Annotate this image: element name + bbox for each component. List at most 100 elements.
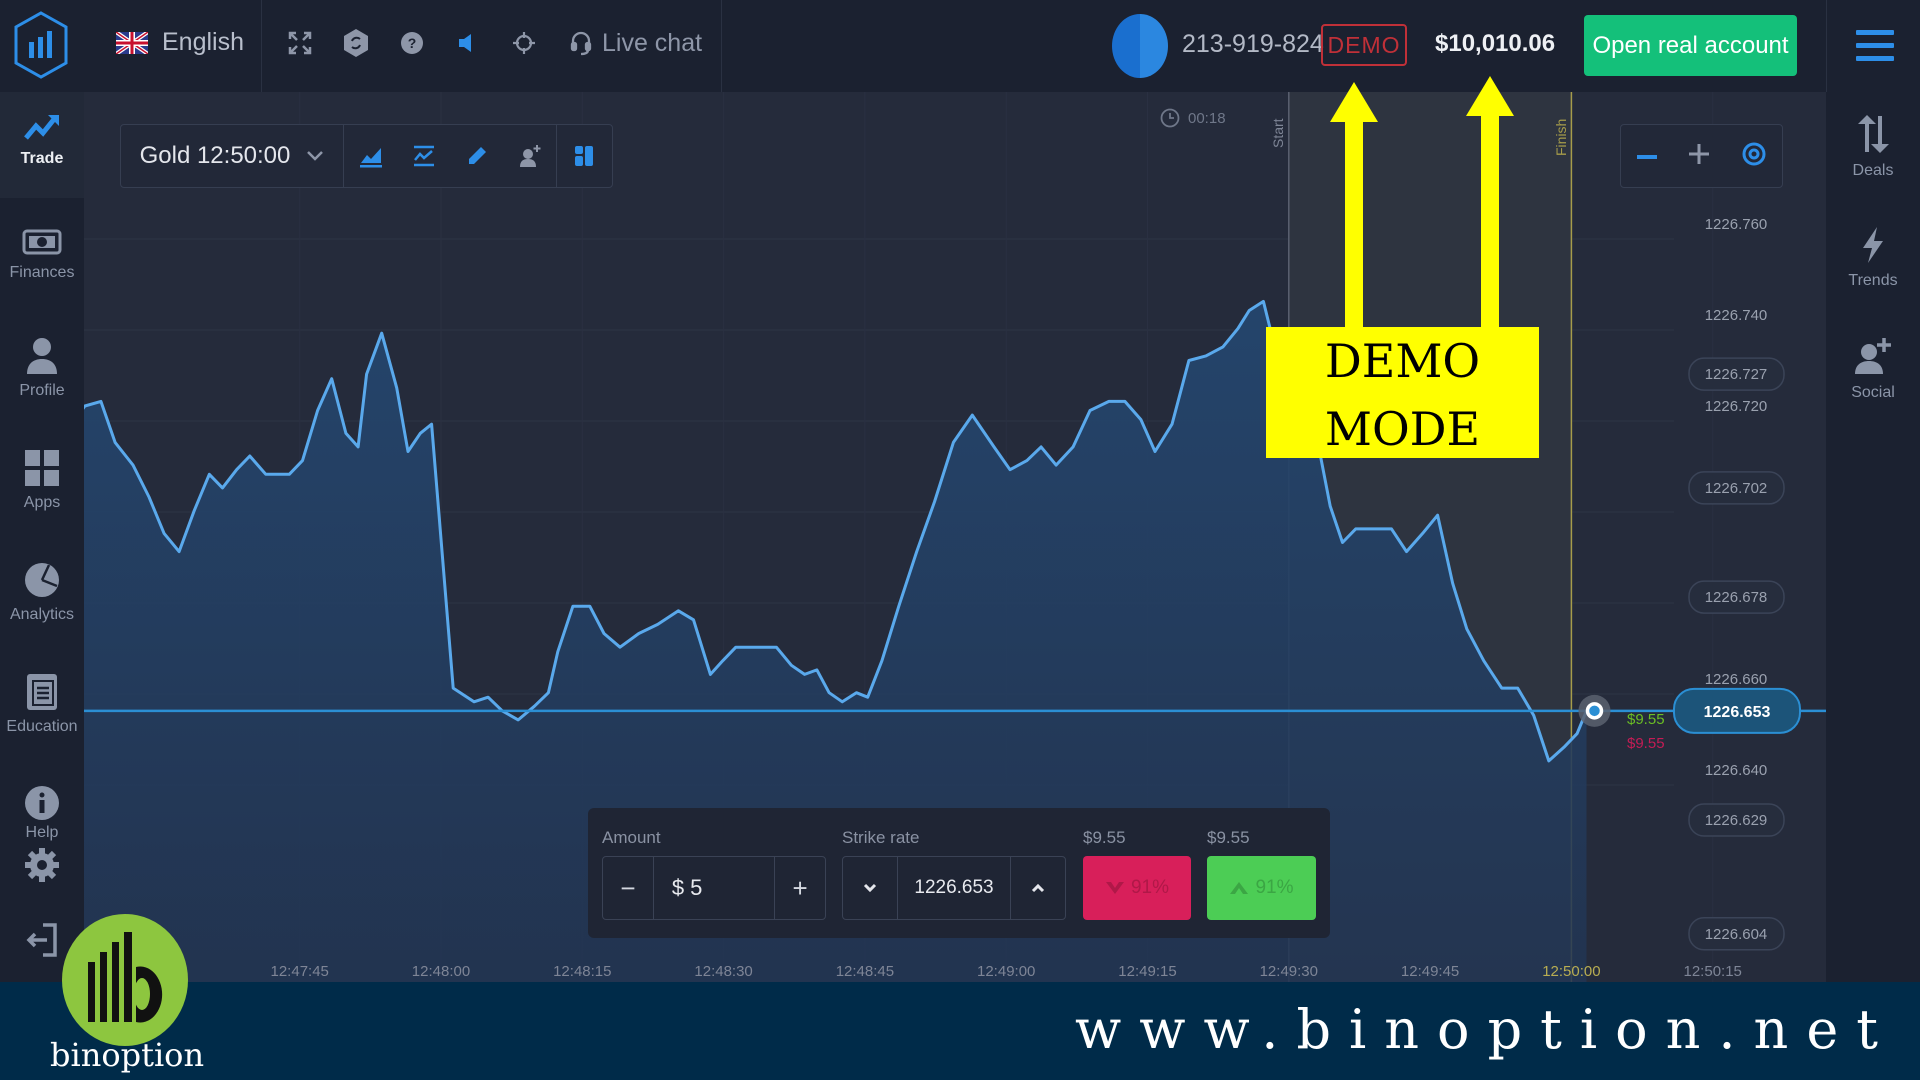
language-selector[interactable]: English [116,28,244,57]
sidebar-item-label: Apps [23,494,61,511]
live-chat-button[interactable]: Live chat [570,29,702,58]
gear-icon [25,848,59,882]
app-logo-icon[interactable] [12,10,70,80]
zoom-out-button[interactable] [1636,147,1657,165]
sidebar-item-apps[interactable]: Apps [0,448,84,512]
demo-mode-annotation: DEMO MODE [1266,327,1539,458]
x-tick-label: 12:48:30 [694,963,752,980]
call-button[interactable]: 91% [1207,856,1316,920]
sidebar-item-label: Profile [19,382,65,399]
price-marker-label: 1226.702 [1705,480,1768,497]
x-tick-label: 12:49:00 [977,963,1035,980]
analytics-icon [25,563,59,597]
social-icon [1855,338,1891,374]
put-payout: $9.55 [1083,828,1126,847]
strike-increase-button[interactable] [1011,857,1065,919]
live-chat-label: Live chat [602,28,703,57]
drawing-tool-button[interactable] [450,125,503,187]
zoom-in-button[interactable] [1688,143,1710,170]
y-tick-label: 1226.720 [1705,398,1768,415]
center-chart-button[interactable] [1742,142,1766,171]
sidebar-item-help[interactable]: Help [0,784,84,842]
call-percent: 91% [1255,877,1294,898]
demo-badge[interactable]: DEMO [1321,24,1407,66]
fullscreen-icon[interactable] [286,28,314,58]
exchange-icon[interactable] [342,28,370,58]
price-marker-label: 1226.678 [1705,589,1768,606]
price-marker-label: 1226.629 [1705,812,1768,829]
x-tick-label: 12:48:00 [412,963,470,980]
strike-decrease-button[interactable] [843,857,897,919]
annotation-line: MODE [1324,402,1481,456]
avatar[interactable] [1112,14,1168,78]
strike-rate-input[interactable]: 1226.653 [897,857,1011,919]
chart-type-button[interactable] [344,125,397,187]
account-id[interactable]: 213-919-824 [1182,30,1324,59]
layout-button[interactable] [556,125,611,187]
deals-icon [1858,115,1889,153]
target-icon[interactable] [510,28,538,58]
trade-panel: Amount − $ 5 + Strike rate 1226.653 $9.5… [588,808,1330,938]
uk-flag-icon [116,31,148,54]
y-tick-label: 1226.760 [1705,216,1768,233]
right-sidebar: Deals Trends Social [1826,92,1920,982]
help-icon[interactable]: ? [398,28,426,58]
open-real-account-button[interactable]: Open real account [1584,15,1797,76]
sidebar-item-profile[interactable]: Profile [0,336,84,400]
amount-label: Amount [602,828,661,847]
sidebar-item-label: Deals [1852,162,1894,179]
sidebar-item-education[interactable]: Education [0,672,84,736]
put-button[interactable]: 91% [1083,856,1191,920]
timer-value: 00:18 [1188,109,1226,127]
user-plus-icon [519,145,540,167]
logout-icon [26,923,57,957]
asset-selector[interactable]: Gold 12:50:00 [121,125,344,187]
indicators-icon [413,145,434,167]
amount-stepper: − $ 5 + [602,856,826,920]
sidebar-item-analytics[interactable]: Analytics [0,560,84,624]
site-url: www.binoption.net [1075,998,1896,1061]
svg-text:?: ? [408,35,417,51]
sidebar-item-trade[interactable]: Trade [0,92,84,198]
sidebar-item-trends[interactable]: Trends [1826,226,1920,290]
sidebar-item-label: Trends [1848,272,1898,289]
sound-icon[interactable] [454,28,482,58]
finish-label: Finish [1553,118,1569,156]
x-tick-label: 12:49:15 [1118,963,1176,980]
indicators-button[interactable] [397,125,450,187]
social-trading-button[interactable] [503,125,556,187]
price-marker-label: 1226.727 [1705,366,1768,383]
amount-increase-button[interactable]: + [775,857,825,919]
plus-icon [1689,143,1710,164]
sidebar-item-finances[interactable]: Finances [0,228,84,282]
sidebar-item-label: Help [25,824,59,841]
arrow-head-icon [1466,76,1514,116]
put-payout-marker: $9.55 [1627,735,1665,752]
minus-icon [1636,155,1657,159]
hamburger-menu-icon[interactable] [1856,30,1894,62]
pencil-icon [468,147,486,164]
profile-icon [27,338,57,374]
sidebar-item-label: Education [6,718,78,735]
call-payout-marker: $9.55 [1627,711,1665,728]
sidebar-item-social[interactable]: Social [1826,336,1920,402]
put-percent: 91% [1130,877,1170,898]
balance[interactable]: $10,010.06 [1435,30,1555,58]
layout-icon [575,146,593,166]
y-tick-label: 1226.660 [1705,671,1768,688]
x-tick-label: 12:47:45 [271,963,329,980]
chevron-down-icon [864,883,877,893]
settings-button[interactable] [0,846,84,890]
sidebar-item-deals[interactable]: Deals [1826,114,1920,180]
x-tick-label: 12:48:15 [553,963,611,980]
current-point [1585,702,1604,720]
amount-input[interactable]: $ 5 [652,857,776,919]
x-tick-label: 12:48:45 [836,963,894,980]
y-tick-label: 1226.740 [1705,307,1768,324]
amount-decrease-button[interactable]: − [603,857,653,919]
sidebar-item-label: Social [1851,384,1895,401]
brand-name: binoption [50,1036,205,1074]
area-chart-icon [359,148,382,168]
headset-icon [570,31,592,56]
strike-rate-label: Strike rate [842,828,920,847]
